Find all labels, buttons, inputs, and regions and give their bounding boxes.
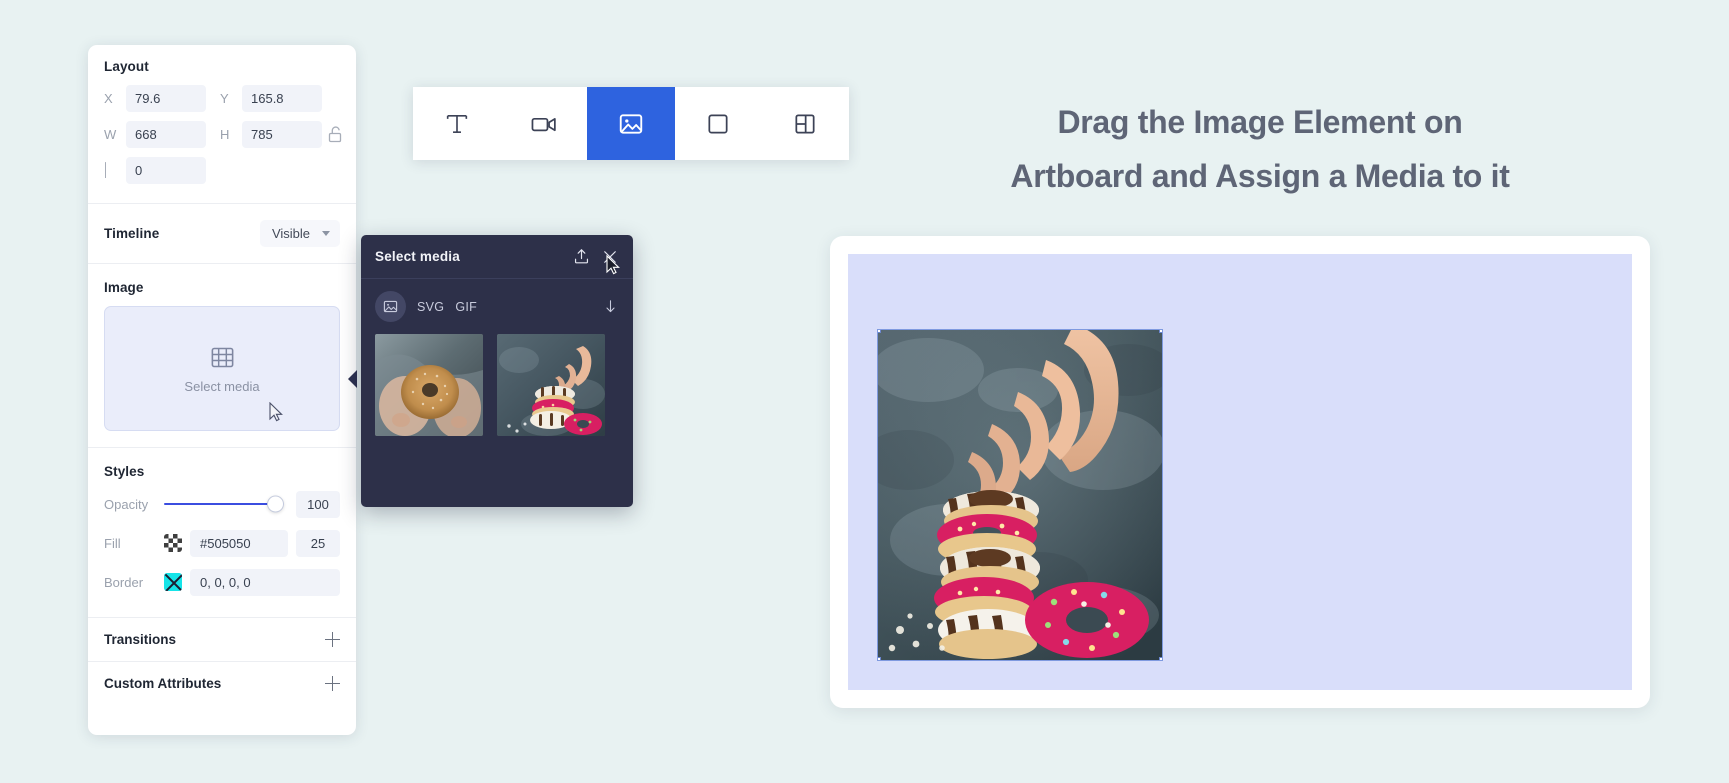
text-icon [446,114,467,133]
image-tool[interactable] [587,87,675,160]
video-tool[interactable] [500,87,587,160]
custom-attributes-title: Custom Attributes [104,676,222,691]
artboard-image [878,330,1162,660]
resize-handle-bottom-right[interactable] [1159,657,1162,660]
layout-tool[interactable] [762,87,849,160]
modal-title: Select media [375,249,460,264]
image-section: Image Select media [88,264,356,447]
corner-radius-row [104,157,340,184]
arrow-down-icon [606,300,615,313]
resize-handle-top-left[interactable] [878,330,881,333]
opacity-slider[interactable] [164,490,284,518]
fill-color-swatch[interactable] [164,534,182,552]
opacity-slider-knob[interactable] [267,495,284,513]
media-thumbnail-donut-hands[interactable] [375,334,483,436]
border-label: Border [104,574,144,590]
chevron-down-icon [322,231,330,236]
border-color-swatch[interactable] [164,573,182,591]
modal-header: Select media [361,235,633,279]
text-tool[interactable] [413,87,500,160]
layout-section-title: Layout [104,59,149,74]
layout-section: Layout X Y W H [88,45,356,203]
x-label: X [104,91,113,106]
select-media-dropzone[interactable]: Select media [104,306,340,431]
corner-radius-icon [105,162,106,178]
fill-hex-value[interactable]: #505050 [190,529,288,557]
custom-attributes-section[interactable]: Custom Attributes [88,662,356,705]
y-input[interactable] [242,85,322,112]
upload-icon [574,249,589,264]
panel-collapse-handle[interactable] [348,370,357,388]
thumbnail-art [375,334,483,436]
image-section-title: Image [104,280,144,295]
w-label: W [104,127,117,142]
square-icon [708,113,728,134]
h-label: H [220,127,230,142]
instruction-heading: Drag the Image Element on Artboard and A… [880,95,1640,204]
unlock-icon [328,126,341,143]
opacity-row: Opacity 100 [104,490,340,518]
sort-button[interactable] [602,298,619,315]
opacity-value[interactable]: 100 [296,490,340,518]
select-media-modal: Select media SVG GIF [361,235,633,507]
height-input[interactable] [242,121,322,148]
y-label: Y [220,91,229,106]
modal-filter-bar: SVG GIF [361,279,633,334]
layout-icon [795,113,815,134]
media-thumbnail-donut-stack[interactable] [497,334,605,436]
transitions-section[interactable]: Transitions [88,618,356,661]
styles-section-title: Styles [104,464,145,479]
opacity-slider-track [164,502,284,506]
styles-section: Styles Opacity 100 Fill #505050 25 Borde… [88,448,356,617]
instruction-line-2: Artboard and Assign a Media to it [1010,158,1510,195]
width-input[interactable] [126,121,206,148]
filter-tab-gif[interactable]: GIF [455,300,477,314]
image-icon [619,113,643,134]
artboard[interactable] [848,254,1632,690]
x-input[interactable] [126,85,206,112]
resize-handle-top-right[interactable] [1159,330,1162,333]
size-row: W H [104,121,341,148]
select-media-label: Select media [184,378,260,394]
timeline-section: Timeline Visible [88,204,356,263]
video-icon [531,117,556,131]
transitions-title: Transitions [104,632,177,647]
timeline-visibility-value: Visible [271,226,310,241]
properties-panel: Layout X Y W H [88,45,356,735]
element-toolbar [413,87,849,160]
mouse-cursor-modal [606,255,620,275]
corner-radius-label [104,162,126,178]
mouse-cursor-dropzone [269,402,283,422]
fill-label: Fill [104,535,121,551]
opacity-label: Opacity [104,496,149,512]
image-filter-button[interactable] [375,291,406,322]
plus-icon[interactable] [325,676,340,691]
border-row: Border 0, 0, 0, 0 [104,568,340,596]
instruction-line-1: Drag the Image Element on [1057,104,1463,140]
plus-icon[interactable] [325,632,340,647]
app-root: Layout X Y W H [0,0,1729,783]
timeline-section-title: Timeline [104,226,160,241]
image-icon [383,300,398,313]
media-thumbnail-grid [361,334,633,436]
fill-alpha-value[interactable]: 25 [296,529,340,557]
resize-handle-bottom-left[interactable] [878,657,881,660]
timeline-visibility-select[interactable]: Visible [259,220,340,247]
border-value[interactable]: 0, 0, 0, 0 [190,568,340,596]
thumbnail-art [497,334,605,436]
aspect-lock-button[interactable] [322,126,348,143]
selected-image-element[interactable] [877,329,1163,661]
artboard-card [830,236,1650,708]
film-grid-icon [211,347,233,367]
corner-radius-input[interactable] [126,157,206,184]
shape-tool[interactable] [675,87,762,160]
filter-tab-svg[interactable]: SVG [417,300,444,314]
fill-row: Fill #505050 25 [104,529,340,557]
upload-button[interactable] [572,247,591,266]
position-row: X Y [104,85,340,112]
